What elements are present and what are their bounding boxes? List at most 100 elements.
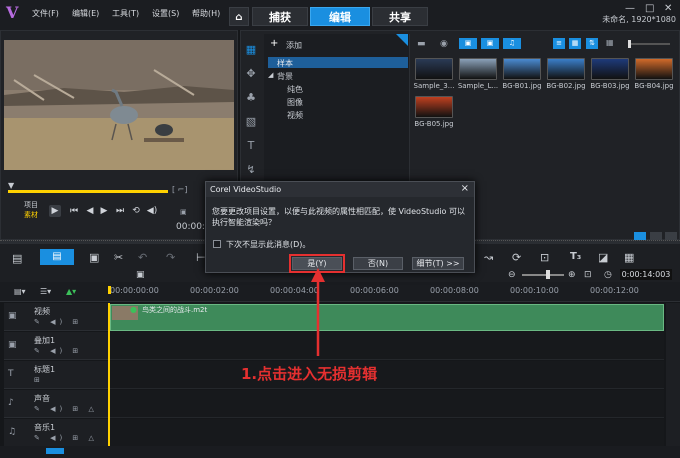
dont-show-checkbox[interactable] — [213, 240, 221, 248]
tree-expand-icon[interactable]: ◢ — [268, 71, 273, 79]
folder-icon[interactable]: ▬ — [417, 39, 426, 49]
graphics-icon[interactable]: ▧ — [243, 114, 259, 130]
timeline-hscroll[interactable] — [0, 446, 680, 458]
close-icon[interactable]: ✕ — [664, 3, 672, 14]
filter-icon[interactable]: ♣ — [243, 90, 259, 106]
thumb-view-icon[interactable]: ▦ — [569, 38, 581, 49]
timeline-view-icon[interactable]: ▤ — [40, 249, 74, 265]
track-toggle-icons[interactable]: ✎ ◀) ⊞ △ — [34, 434, 98, 442]
multi-trim-icon[interactable]: ⊡ — [540, 251, 549, 264]
tab-capture[interactable]: 捕获 — [252, 7, 308, 26]
panel-layout2-icon[interactable] — [650, 232, 662, 240]
overlay-track[interactable] — [110, 332, 664, 360]
track-settings-icon[interactable]: ▤▾ — [14, 287, 26, 296]
track-manager-icon[interactable]: ▣ — [89, 251, 99, 264]
scroll-thumb[interactable] — [46, 448, 64, 454]
track-header-video[interactable]: ▣ 视频 ✎ ◀) ⊞ — [4, 303, 108, 331]
add-track-icon[interactable]: ▲▾ — [66, 287, 76, 296]
zoom-in-icon[interactable]: ⊕ — [568, 270, 576, 280]
tab-home[interactable]: ⌂ — [229, 7, 249, 26]
cut-icon[interactable]: ✂ — [114, 251, 123, 264]
minimize-icon[interactable]: — — [625, 3, 635, 14]
title-icon[interactable]: T — [243, 138, 259, 154]
maximize-icon[interactable]: □ — [645, 3, 654, 14]
project-mode-label[interactable]: 项目 — [24, 200, 38, 210]
panel-layout3-icon[interactable] — [665, 232, 677, 240]
title-track[interactable] — [110, 361, 664, 389]
list-view-icon[interactable]: ≡ — [553, 38, 565, 49]
thumb-size-handle[interactable] — [628, 40, 631, 48]
volume-icon[interactable]: ◀) — [146, 205, 158, 217]
play-button[interactable]: ▶ — [49, 205, 61, 217]
show-photo-icon[interactable]: ▣ — [481, 38, 499, 49]
tab-edit[interactable]: 编辑 — [310, 7, 370, 26]
playhead-marker-icon[interactable]: ▼ — [8, 181, 14, 190]
storyboard-view-icon[interactable]: ▤ — [12, 252, 22, 265]
motion-icon[interactable]: ↝ — [484, 251, 493, 264]
dont-show-label[interactable]: 下次不显示此消息(D)。 — [226, 239, 310, 250]
redo-icon[interactable]: ↷ — [166, 251, 175, 264]
timeline-vscroll[interactable] — [666, 303, 680, 446]
trim-icon[interactable]: [ ⌐] — [172, 185, 188, 194]
go-end-icon[interactable]: ⏭ — [114, 205, 126, 217]
track-toggle-icons[interactable]: ✎ ◀) ⊞ △ — [34, 405, 98, 413]
library-item[interactable]: BG-B01.jpg — [500, 58, 544, 94]
zoom-slider[interactable] — [522, 274, 564, 276]
path-icon[interactable]: ↯ — [243, 162, 259, 178]
tree-item-video[interactable]: 视频 — [287, 110, 303, 121]
sort-icon[interactable]: ⇅ — [586, 38, 598, 49]
track-header-music[interactable]: ♫ 音乐1 ✎ ◀) ⊞ △ — [4, 419, 108, 447]
prev-frame-icon[interactable]: ◀ — [84, 205, 96, 217]
panel-layout-icon[interactable] — [634, 232, 646, 240]
track-toggle-icons[interactable]: ⊞ — [34, 376, 44, 384]
menu-file[interactable]: 文件(F) — [32, 8, 59, 19]
player-timecode[interactable]: 00:00: — [176, 222, 205, 232]
media-icon[interactable]: ▦ — [243, 42, 259, 58]
ripple-edit-icon[interactable]: ☰▾ — [40, 287, 51, 296]
track-header-title[interactable]: T 标题1 ⊞ — [4, 361, 108, 389]
capture-icon[interactable]: ◉ — [440, 39, 448, 49]
record-icon[interactable]: ▣ — [136, 270, 145, 280]
library-item[interactable]: Sample_L... — [456, 58, 500, 94]
go-start-icon[interactable]: ⏮ — [68, 205, 80, 217]
fit-project-icon[interactable]: ⊡ — [584, 270, 592, 280]
3d-title-icon[interactable]: T₃ — [570, 251, 581, 262]
menu-tools[interactable]: 工具(T) — [112, 8, 139, 19]
undo-icon[interactable]: ↶ — [138, 251, 147, 264]
details-button[interactable]: 细节(T) >> — [412, 257, 464, 270]
dialog-close-icon[interactable]: × — [461, 183, 469, 194]
track-toggle-icons[interactable]: ✎ ◀) ⊞ — [34, 318, 82, 326]
thumb-size-icon[interactable]: ▦ — [606, 38, 614, 47]
no-button[interactable]: 否(N) — [353, 257, 403, 270]
menu-settings[interactable]: 设置(S) — [152, 8, 179, 19]
thumb-size-slider[interactable] — [630, 43, 670, 45]
voice-track[interactable] — [110, 390, 664, 418]
library-item[interactable]: BG-B05.jpg — [412, 96, 456, 132]
show-audio-icon[interactable]: ♫ — [503, 38, 521, 49]
menu-help[interactable]: 帮助(H) — [192, 8, 220, 19]
track-header-overlay[interactable]: ▣ 叠加1 ✎ ◀) ⊞ — [4, 332, 108, 360]
loop-icon[interactable]: ⟳ — [512, 251, 521, 264]
repeat-icon[interactable]: ⟲ — [130, 205, 142, 217]
tree-item-background[interactable]: 背景 — [277, 71, 293, 82]
subtitle-icon[interactable]: ◪ — [598, 251, 608, 264]
track-header-voice[interactable]: ♪ 声音 ✎ ◀) ⊞ △ — [4, 390, 108, 418]
hd-icon[interactable]: ▣ — [180, 208, 187, 216]
library-item[interactable]: Sample_3... — [412, 58, 456, 94]
timeline-ruler[interactable] — [0, 282, 680, 302]
transition-icon[interactable]: ✥ — [243, 66, 259, 82]
zoom-out-icon[interactable]: ⊖ — [508, 270, 516, 280]
timeline-timecode[interactable]: 0:00:14:003 — [620, 269, 672, 280]
music-track[interactable] — [110, 419, 664, 447]
add-folder-label[interactable]: 添加 — [286, 40, 302, 51]
clip-mode-label[interactable]: 素材 — [24, 210, 38, 220]
mask-icon[interactable]: ▦ — [624, 251, 634, 264]
menu-edit[interactable]: 编辑(E) — [72, 8, 99, 19]
library-item[interactable]: BG-B02.jpg — [544, 58, 588, 94]
show-video-icon[interactable]: ▣ — [459, 38, 477, 49]
tab-share[interactable]: 共享 — [372, 7, 428, 26]
library-item[interactable]: BG-B04.jpg — [632, 58, 676, 94]
track-toggle-icons[interactable]: ✎ ◀) ⊞ — [34, 347, 82, 355]
next-frame-icon[interactable]: ▶ — [98, 205, 110, 217]
playhead-icon[interactable] — [108, 286, 111, 294]
